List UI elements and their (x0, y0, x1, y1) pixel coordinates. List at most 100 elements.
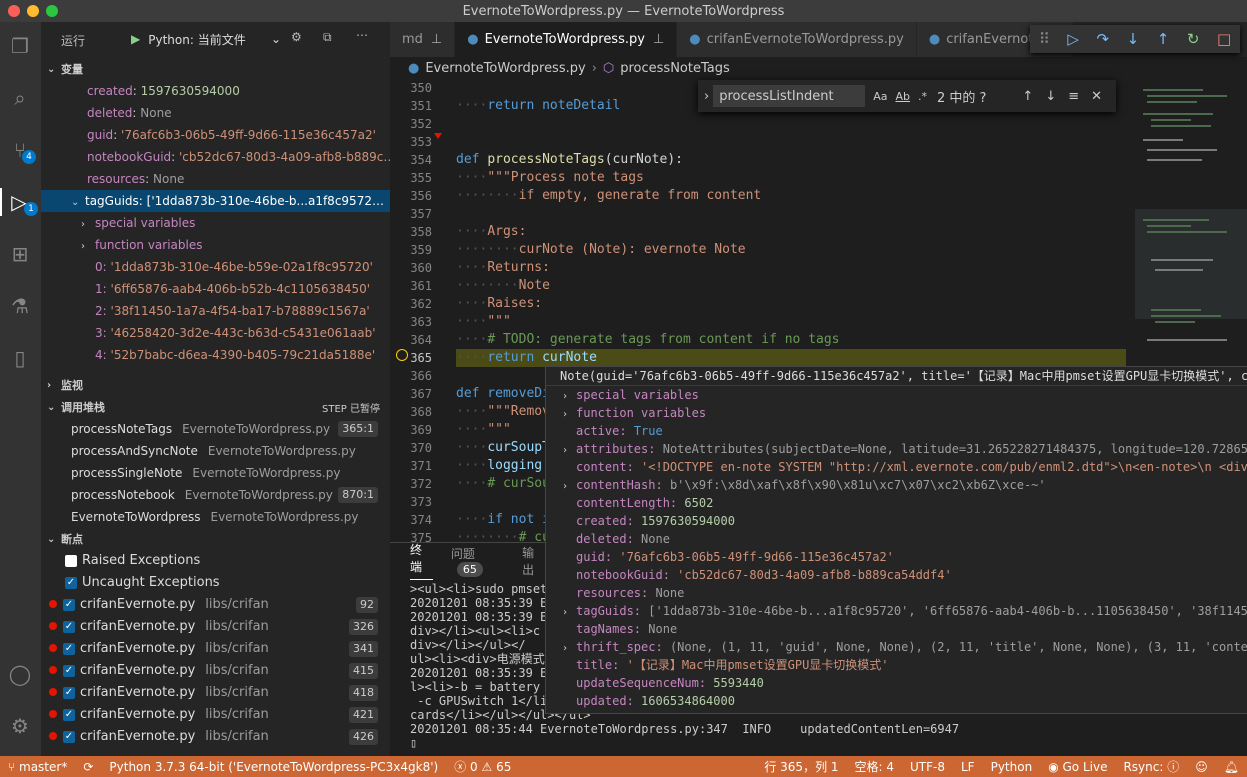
run-config-select[interactable]: ▶ Python: 当前文件 ⌄ (131, 28, 281, 50)
encoding[interactable]: UTF-8 (910, 760, 945, 774)
match-case-icon[interactable]: Aa (873, 90, 887, 103)
run-debug-icon[interactable]: ▷ 1 (0, 188, 38, 216)
debug-console-icon[interactable]: ⧉ (323, 30, 332, 45)
breadcrumb-symbol[interactable]: processNoteTags (620, 61, 730, 76)
python-interpreter[interactable]: Python 3.7.3 64-bit ('EvernoteToWordpres… (109, 760, 438, 774)
tag-item-row[interactable]: 0: '1dda873b-310e-46be-b59e-02a1f8c95720… (41, 256, 390, 278)
variable-row[interactable]: resources: None (41, 168, 390, 190)
callstack-frame[interactable]: processNotebook EvernoteToWordpress.py 870… (41, 484, 390, 506)
breakpoint-row[interactable]: ✓ crifanEvernote.py libs/crifan 415 (41, 660, 390, 682)
variable-row[interactable]: created: 1597630594000 (41, 80, 390, 102)
next-match-icon[interactable]: ↓ (1045, 89, 1056, 104)
close-icon[interactable]: ✕ (1091, 89, 1102, 104)
account-icon[interactable]: ◯ (6, 660, 34, 688)
go-live-button[interactable]: ◉ Go Live (1048, 760, 1107, 774)
hover-variable-row[interactable]: active: True (546, 422, 1247, 440)
step-over-icon[interactable]: ↷ (1096, 30, 1109, 48)
tab-output[interactable]: 输出 (522, 544, 545, 578)
editor-tab[interactable]: md ⊥ (390, 22, 456, 57)
breakpoint-row[interactable]: ✓ crifanEvernote.py libs/crifan 326 (41, 616, 390, 638)
notebook-icon[interactable]: ▯ (6, 344, 34, 372)
hover-variable-row[interactable]: › attributes: NoteAttributes(subjectDate=… (546, 440, 1247, 458)
breadcrumb-file[interactable]: EvernoteToWordpress.py (425, 61, 585, 76)
regex-icon[interactable]: .* (918, 90, 927, 103)
notifications-bell-icon[interactable]: 🔔︎ (1224, 760, 1239, 774)
sync-icon[interactable]: ⟳ (83, 760, 93, 774)
variables-section-header[interactable]: ⌄ 变量 (41, 58, 390, 80)
checkbox[interactable]: ✓ (63, 686, 75, 699)
editor-tab[interactable]: ● EvernoteToWordpress.py ⊥ (455, 22, 678, 57)
exception-breakpoint-row[interactable]: ✓ Uncaught Exceptions (41, 572, 390, 594)
variable-row[interactable]: notebookGuid: 'cb52dc67-80d3-4a09-afb8-b… (41, 146, 390, 168)
end-of-line[interactable]: LF (961, 760, 975, 774)
tag-item-row[interactable]: 3: '46258420-3d2e-443c-b63d-c5431e061aab… (41, 322, 390, 344)
explorer-icon[interactable]: ❐ (6, 32, 34, 60)
hover-variable-row[interactable]: guid: '76afc6b3-06b5-49ff-9d66-115e36c45… (546, 548, 1247, 566)
stop-icon[interactable]: □ (1217, 30, 1231, 48)
language-mode[interactable]: Python (991, 760, 1033, 774)
tag-item-row[interactable]: 2: '38f11450-1a7a-4f54-ba17-b78889c1567a… (41, 300, 390, 322)
start-debug-icon[interactable]: ▶ (131, 32, 140, 46)
exception-breakpoint-row[interactable]: Raised Exceptions (41, 550, 390, 572)
testing-icon[interactable]: ⚗ (6, 292, 34, 320)
tag-item-row[interactable]: 4: '52b7babc-d6ea-4390-b405-79c21da5188e… (41, 344, 390, 366)
breakpoint-row[interactable]: ✓ crifanEvernote.py libs/crifan 418 (41, 682, 390, 704)
gear-icon[interactable]: ⚙ (291, 30, 302, 44)
callstack-frame[interactable]: processSingleNote EvernoteToWordpress.py (41, 462, 390, 484)
indentation[interactable]: 空格: 4 (855, 758, 895, 775)
breakpoint-current-icon[interactable] (396, 349, 408, 361)
checkbox[interactable] (65, 554, 77, 567)
toggle-replace-icon[interactable]: › (704, 89, 709, 104)
hover-variable-row[interactable]: tagNames: None (546, 620, 1247, 638)
checkbox[interactable]: ✓ (63, 598, 75, 611)
tab-problems[interactable]: 问题65 (451, 545, 504, 577)
search-icon[interactable]: ⌕ (6, 84, 34, 112)
breakpoint-row[interactable]: ✓ crifanEvernote.py libs/crifan 92 (41, 594, 390, 616)
continue-icon[interactable]: ▷ (1067, 30, 1079, 48)
hover-variable-row[interactable]: updated: 1606534864000 (546, 692, 1247, 710)
variable-row[interactable]: guid: '76afc6b3-06b5-49ff-9d66-115e36c45… (41, 124, 390, 146)
hover-variable-row[interactable]: › contentHash: b'\x9f:\x8d\xaf\x8f\x90\x8… (546, 476, 1247, 494)
tab-terminal[interactable]: 终端 (410, 541, 433, 580)
tag-item-row[interactable]: 1: '6ff65876-aab4-406b-b52b-4c1105638450… (41, 278, 390, 300)
pin-icon[interactable]: ⊥ (653, 32, 664, 47)
checkbox[interactable]: ✓ (63, 664, 75, 677)
cursor-position[interactable]: 行 365，列 1 (764, 758, 838, 775)
hover-variable-row[interactable]: › thrift_spec: (None, (1, 11, 'guid', Non… (546, 638, 1247, 656)
hover-variable-row[interactable]: created: 1597630594000 (546, 512, 1247, 530)
hover-variable-row[interactable]: resources: None (546, 584, 1247, 602)
checkbox[interactable]: ✓ (65, 576, 77, 589)
breakpoints-section-header[interactable]: ⌄ 断点 (41, 528, 390, 550)
zoom-window-button[interactable] (46, 5, 58, 17)
hover-variable-row[interactable]: › function variables (546, 404, 1247, 422)
step-out-icon[interactable]: ↑ (1157, 30, 1170, 48)
more-actions-icon[interactable]: ⋯ (356, 28, 368, 42)
minimize-window-button[interactable] (27, 5, 39, 17)
checkbox[interactable]: ✓ (63, 730, 75, 743)
extensions-icon[interactable]: ⊞ (6, 240, 34, 268)
callstack-section-header[interactable]: ⌄ 调用堆栈 STEP 已暂停 (41, 396, 390, 418)
callstack-frame[interactable]: processAndSyncNote EvernoteToWordpress.py (41, 440, 390, 462)
breakpoint-row[interactable]: ✓ crifanEvernote.py libs/crifan 341 (41, 638, 390, 660)
drag-handle-icon[interactable]: ⠿ (1039, 30, 1050, 48)
hover-variable-row[interactable]: title: '【记录】Mac中用pmset设置GPU显卡切换模式' (546, 656, 1247, 674)
settings-gear-icon[interactable]: ⚙ (6, 712, 34, 740)
hover-variable-row[interactable]: updateSequenceNum: 5593440 (546, 674, 1247, 692)
step-into-icon[interactable]: ↓ (1127, 30, 1140, 48)
close-window-button[interactable] (8, 5, 20, 17)
debug-hover-popup[interactable]: Note(guid='76afc6b3-06b5-49ff-9d66-115e3… (545, 366, 1247, 714)
checkbox[interactable]: ✓ (63, 642, 75, 655)
editor-tab[interactable]: ● crifanEvernoteToWordpress.py (677, 22, 917, 57)
find-input[interactable] (713, 85, 866, 107)
variable-row-tagGuids[interactable]: ⌄ tagGuids: ['1dda873b-310e-46be-b...a1f8… (41, 190, 390, 212)
branch-indicator[interactable]: ⑂ master* (8, 760, 67, 774)
problems-indicator[interactable]: ⓧ 0 ⚠ 65 (454, 758, 511, 775)
checkbox[interactable]: ✓ (63, 620, 75, 633)
feedback-icon[interactable]: ☺ (1195, 760, 1208, 774)
breakpoint-row[interactable]: ✓ crifanEvernote.py libs/crifan 426 (41, 726, 390, 748)
match-whole-word-icon[interactable]: Ab (895, 90, 910, 103)
variable-group-row[interactable]: › function variables (41, 234, 390, 256)
breakpoint-row[interactable]: ✓ crifanEvernote.py libs/crifan 421 (41, 704, 390, 726)
hover-variable-row[interactable]: contentLength: 6502 (546, 494, 1247, 512)
rsync-indicator[interactable]: Rsync: ⓘ (1123, 758, 1179, 775)
